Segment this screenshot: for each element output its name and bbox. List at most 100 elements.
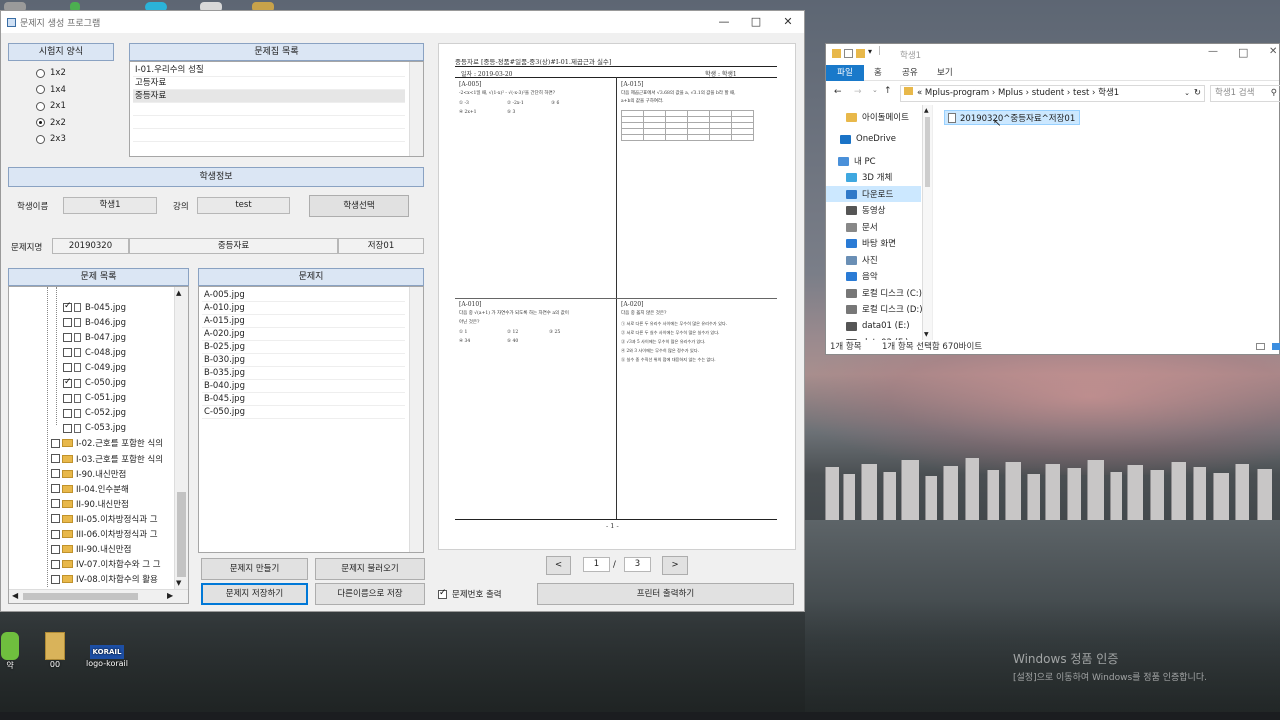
prev-page-button[interactable]: < <box>546 556 571 575</box>
nav-scrollbar[interactable]: ▲ ▼ <box>922 105 932 340</box>
layout-radio-2x1[interactable]: 2x1 <box>36 101 66 111</box>
checkbox-icon[interactable] <box>51 469 60 479</box>
scroll-up-icon[interactable]: ▲ <box>176 289 181 297</box>
back-arrow-icon[interactable]: ← <box>834 87 842 97</box>
checkbox-icon[interactable] <box>51 484 60 494</box>
collection-item[interactable]: 중등자료 <box>133 90 405 103</box>
tree-file-row[interactable]: C-048.jpg <box>63 345 126 360</box>
exam-list-item[interactable]: C-050.jpg <box>202 406 405 419</box>
scroll-right-icon[interactable]: ▶ <box>167 591 173 600</box>
tree-folder-row[interactable]: I-03.근호를 포함한 식의 <box>51 451 163 466</box>
exam-subject-field[interactable]: 중등자료 <box>129 238 338 254</box>
exam-list-item[interactable]: B-035.jpg <box>202 367 405 380</box>
checkbox-icon[interactable] <box>51 499 60 509</box>
exam-list-item[interactable]: B-025.jpg <box>202 341 405 354</box>
breadcrumb-item[interactable]: Mplus-program <box>925 88 989 98</box>
exam-scrollbar[interactable] <box>409 287 423 552</box>
scroll-down-icon[interactable]: ▼ <box>176 579 181 587</box>
nav-item[interactable]: 로컬 디스크 (D:) <box>846 301 923 317</box>
file-item[interactable]: 20190320^중등자료^저장01 <box>944 110 1081 125</box>
checkbox-icon[interactable] <box>51 454 60 463</box>
layout-radio-1x4[interactable]: 1x4 <box>36 85 66 95</box>
desktop-icon-korail[interactable]: KORAIL logo-korail <box>82 645 132 668</box>
nav-item[interactable]: OneDrive <box>840 131 896 147</box>
tab-home[interactable]: 홈 <box>874 65 882 81</box>
up-arrow-icon[interactable]: ↑ <box>884 86 892 96</box>
quick-access-dropdown-icon[interactable]: ▾ <box>868 47 872 56</box>
tree-file-row[interactable]: C-051.jpg <box>63 391 126 406</box>
checkbox-icon[interactable] <box>63 423 72 433</box>
nav-item[interactable]: data01 (E:) <box>846 318 910 334</box>
radio-icon[interactable] <box>36 134 45 144</box>
tree-folder-row[interactable]: IV-07.이차함수와 그 그 <box>51 557 161 572</box>
breadcrumb-item[interactable]: test <box>1073 88 1089 98</box>
tree-folder-row[interactable]: IV-08.이차함수의 활용 <box>51 572 158 587</box>
breadcrumb-item[interactable]: 학생1 <box>1098 88 1119 98</box>
minimize-button[interactable]: — <box>708 11 740 33</box>
exam-list[interactable]: A-005.jpg A-010.jpg A-015.jpg A-020.jpg B-02… <box>198 286 424 553</box>
radio-icon[interactable] <box>36 101 45 111</box>
tree-horizontal-scrollbar[interactable]: ◀ ▶ <box>9 589 188 603</box>
checkbox-icon[interactable] <box>63 377 72 388</box>
large-icons-view-icon[interactable] <box>1272 343 1280 350</box>
tree-file-row[interactable]: B-046.jpg <box>63 315 126 330</box>
exam-list-item[interactable]: B-040.jpg <box>202 380 405 393</box>
layout-radio-1x2[interactable]: 1x2 <box>36 68 66 78</box>
make-exam-button[interactable]: 문제지 만들기 <box>201 558 308 580</box>
tree-folder-row[interactable]: III-05.이차방정식과 그 <box>51 511 158 526</box>
next-page-button[interactable]: > <box>662 556 688 575</box>
exam-list-item[interactable]: A-010.jpg <box>202 302 405 315</box>
collection-item[interactable]: I-01.우리수의 성질 <box>133 64 405 77</box>
nav-item[interactable]: 아이돌메이트 <box>846 109 909 125</box>
search-box[interactable]: 학생1 검색 ⚲ <box>1210 85 1280 102</box>
exam-list-item[interactable]: B-045.jpg <box>202 393 405 406</box>
collection-item[interactable]: 고등자료 <box>133 77 405 90</box>
radio-icon[interactable] <box>36 68 45 78</box>
checkbox-icon[interactable] <box>63 333 72 343</box>
checkbox-icon[interactable] <box>63 318 72 328</box>
tree-file-row[interactable]: C-049.jpg <box>63 360 126 375</box>
print-button[interactable]: 프린터 출력하기 <box>537 583 794 605</box>
forward-arrow-icon[interactable]: → <box>854 87 862 97</box>
explorer-maximize-button[interactable]: □ <box>1238 46 1248 59</box>
tree-folder-row[interactable]: I-02.근호를 포함한 식의 <box>51 436 163 451</box>
exam-list-item[interactable]: A-005.jpg <box>202 289 405 302</box>
tab-view[interactable]: 보기 <box>937 65 953 81</box>
refresh-icon[interactable]: ↻ <box>1194 86 1201 101</box>
tab-share[interactable]: 공유 <box>902 65 918 81</box>
checkbox-icon[interactable] <box>51 438 60 448</box>
checkbox-icon[interactable] <box>63 348 72 358</box>
radio-icon[interactable] <box>36 85 45 94</box>
tree-file-row[interactable]: C-052.jpg <box>63 406 126 421</box>
nav-item[interactable]: 바탕 화면 <box>846 235 896 251</box>
address-bar[interactable]: « Mplus-program › Mplus › student › test… <box>900 85 1205 102</box>
nav-scroll-thumb[interactable] <box>925 117 930 187</box>
scroll-up-icon[interactable]: ▲ <box>924 107 929 114</box>
collection-list[interactable]: I-01.우리수의 성질 고등자료 중등자료 <box>129 61 424 157</box>
checkbox-icon[interactable] <box>51 574 60 584</box>
explorer-close-button[interactable]: ✕ <box>1269 46 1277 57</box>
properties-icon[interactable] <box>844 49 853 58</box>
exam-date-field[interactable]: 20190320 <box>52 238 129 254</box>
checkbox-icon[interactable] <box>63 408 72 418</box>
nav-item[interactable]: 음악 <box>846 268 878 284</box>
checkbox-icon[interactable] <box>51 544 60 554</box>
details-view-icon[interactable] <box>1256 343 1265 350</box>
save-as-button[interactable]: 다른이름으로 저장 <box>315 583 425 605</box>
number-print-checkbox[interactable]: 문제번호 출력 <box>438 588 502 600</box>
scroll-down-icon[interactable]: ▼ <box>924 331 929 338</box>
breadcrumb-item[interactable]: Mplus <box>998 88 1023 98</box>
address-dropdown-icon[interactable]: ⌄ <box>1184 86 1190 101</box>
nav-item[interactable]: 3D 개체 <box>846 169 892 185</box>
nav-item[interactable]: 다운로드 <box>826 186 921 202</box>
exam-list-item[interactable]: A-020.jpg <box>202 328 405 341</box>
layout-radio-2x2[interactable]: 2x2 <box>36 118 66 128</box>
nav-item[interactable]: 문서 <box>846 219 878 235</box>
tree-folder-row[interactable]: III-06.이차방정식과 그 <box>51 527 158 542</box>
checkbox-icon[interactable] <box>63 393 72 403</box>
collection-scrollbar[interactable] <box>409 62 423 156</box>
tree-file-row[interactable]: C-053.jpg <box>63 421 126 436</box>
maximize-button[interactable]: □ <box>740 11 772 33</box>
tree-folder-row[interactable]: II-04.인수분해 <box>51 481 129 496</box>
navigation-pane[interactable]: 아이돌메이트 OneDrive 내 PC 3D 개체 다운로드 동영상 문서 바탕 화면 사진 음… <box>826 105 933 340</box>
